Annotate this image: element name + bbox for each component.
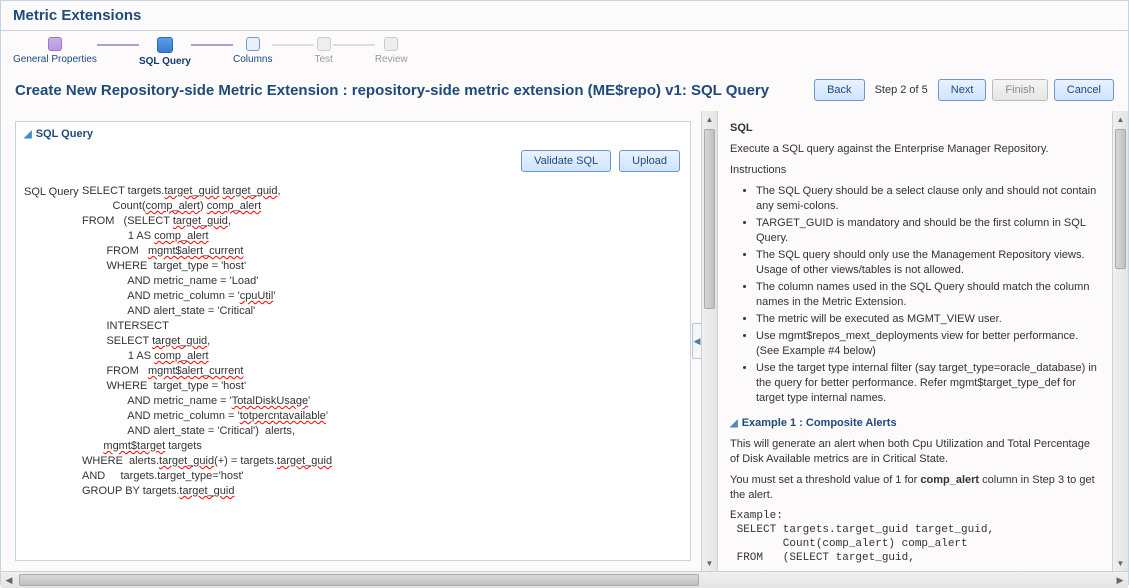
help-intro: Execute a SQL query against the Enterpri… (730, 142, 1100, 157)
page-title: Metric Extensions (1, 1, 1128, 31)
train-label: Test (314, 54, 332, 65)
instruction-item: Use mgmt$repos_mext_deployments view for… (756, 329, 1100, 359)
upload-button[interactable]: Upload (619, 150, 680, 172)
help-pane: SQL Execute a SQL query against the Ente… (717, 111, 1112, 571)
subheader-title: Create New Repository-side Metric Extens… (15, 82, 769, 99)
train-label: SQL Query (139, 56, 191, 67)
disclosure-icon[interactable]: ◢ (730, 416, 738, 431)
scroll-up-arrow-icon[interactable]: ▲ (702, 111, 717, 127)
left-vertical-scrollbar[interactable]: ▲ ▼ (701, 111, 717, 571)
train-stop-sql-query[interactable]: SQL Query (139, 37, 191, 67)
train-label: Columns (233, 54, 272, 65)
scroll-down-arrow-icon[interactable]: ▼ (702, 555, 717, 571)
disclosure-icon[interactable]: ◢ (24, 129, 32, 140)
finish-button: Finish (992, 79, 1047, 101)
example-p1: This will generate an alert when both Cp… (730, 437, 1100, 467)
train-box-icon (48, 37, 62, 51)
train-stop-test[interactable]: Test (314, 37, 332, 65)
splitter-handle[interactable]: ◀ (692, 323, 701, 359)
back-button[interactable]: Back (814, 79, 864, 101)
scroll-thumb[interactable] (704, 129, 715, 309)
instruction-item: The column names used in the SQL Query s… (756, 280, 1100, 310)
scroll-left-arrow-icon[interactable]: ◀ (1, 575, 17, 586)
train-label: General Properties (13, 54, 97, 65)
train-stop-general-properties[interactable]: General Properties (13, 37, 97, 65)
scroll-thumb[interactable] (19, 574, 699, 586)
instructions-list: The SQL Query should be a select clause … (730, 184, 1100, 406)
help-title: SQL (730, 121, 1100, 136)
left-pane: ◢ SQL Query Validate SQL Upload SQL Quer… (1, 111, 701, 571)
sql-query-panel: ◢ SQL Query Validate SQL Upload SQL Quer… (15, 121, 691, 561)
scroll-thumb[interactable] (1115, 129, 1126, 269)
example-code: Example: SELECT targets.target_guid targ… (730, 509, 1100, 565)
train-stop-columns[interactable]: Columns (233, 37, 272, 65)
train-box-icon (317, 37, 331, 51)
train-box-icon (157, 37, 173, 53)
horizontal-scrollbar[interactable]: ◀ ▶ (1, 571, 1128, 588)
next-button[interactable]: Next (938, 79, 987, 101)
instruction-item: The SQL query should only use the Manage… (756, 248, 1100, 278)
train-label: Review (375, 54, 408, 65)
wizard-train: General Properties SQL Query Columns Test Re… (1, 31, 1128, 71)
scroll-right-arrow-icon[interactable]: ▶ (1112, 575, 1128, 586)
example-header[interactable]: ◢ Example 1 : Composite Alerts (730, 416, 1100, 431)
content-row: ◢ SQL Query Validate SQL Upload SQL Quer… (1, 111, 1128, 571)
instructions-label: Instructions (730, 163, 1100, 178)
instruction-item: Use the target type internal filter (say… (756, 361, 1100, 406)
train-box-icon (384, 37, 398, 51)
step-indicator: Step 2 of 5 (875, 84, 928, 96)
train-stop-review[interactable]: Review (375, 37, 408, 65)
panel-toolbar: Validate SQL Upload (16, 146, 690, 180)
cancel-button[interactable]: Cancel (1054, 79, 1114, 101)
instruction-item: TARGET_GUID is mandatory and should be t… (756, 216, 1100, 246)
panel-header[interactable]: ◢ SQL Query (16, 122, 690, 146)
instruction-item: The SQL Query should be a select clause … (756, 184, 1100, 214)
instruction-item: The metric will be executed as MGMT_VIEW… (756, 312, 1100, 327)
example-p2: You must set a threshold value of 1 for … (730, 473, 1100, 503)
panel-title: SQL Query (36, 128, 93, 140)
sql-query-textarea[interactable]: SELECT targets.target_guid target_guid, … (82, 184, 682, 552)
train-box-icon (246, 37, 260, 51)
example-title: Example 1 : Composite Alerts (742, 416, 897, 431)
sql-query-label: SQL Query (24, 184, 82, 552)
wizard-actions: Back Step 2 of 5 Next Finish Cancel (814, 79, 1114, 101)
scroll-up-arrow-icon[interactable]: ▲ (1113, 111, 1128, 127)
scroll-down-arrow-icon[interactable]: ▼ (1113, 555, 1128, 571)
right-vertical-scrollbar[interactable]: ▲ ▼ (1112, 111, 1128, 571)
subheader-row: Create New Repository-side Metric Extens… (1, 71, 1128, 111)
validate-sql-button[interactable]: Validate SQL (521, 150, 611, 172)
